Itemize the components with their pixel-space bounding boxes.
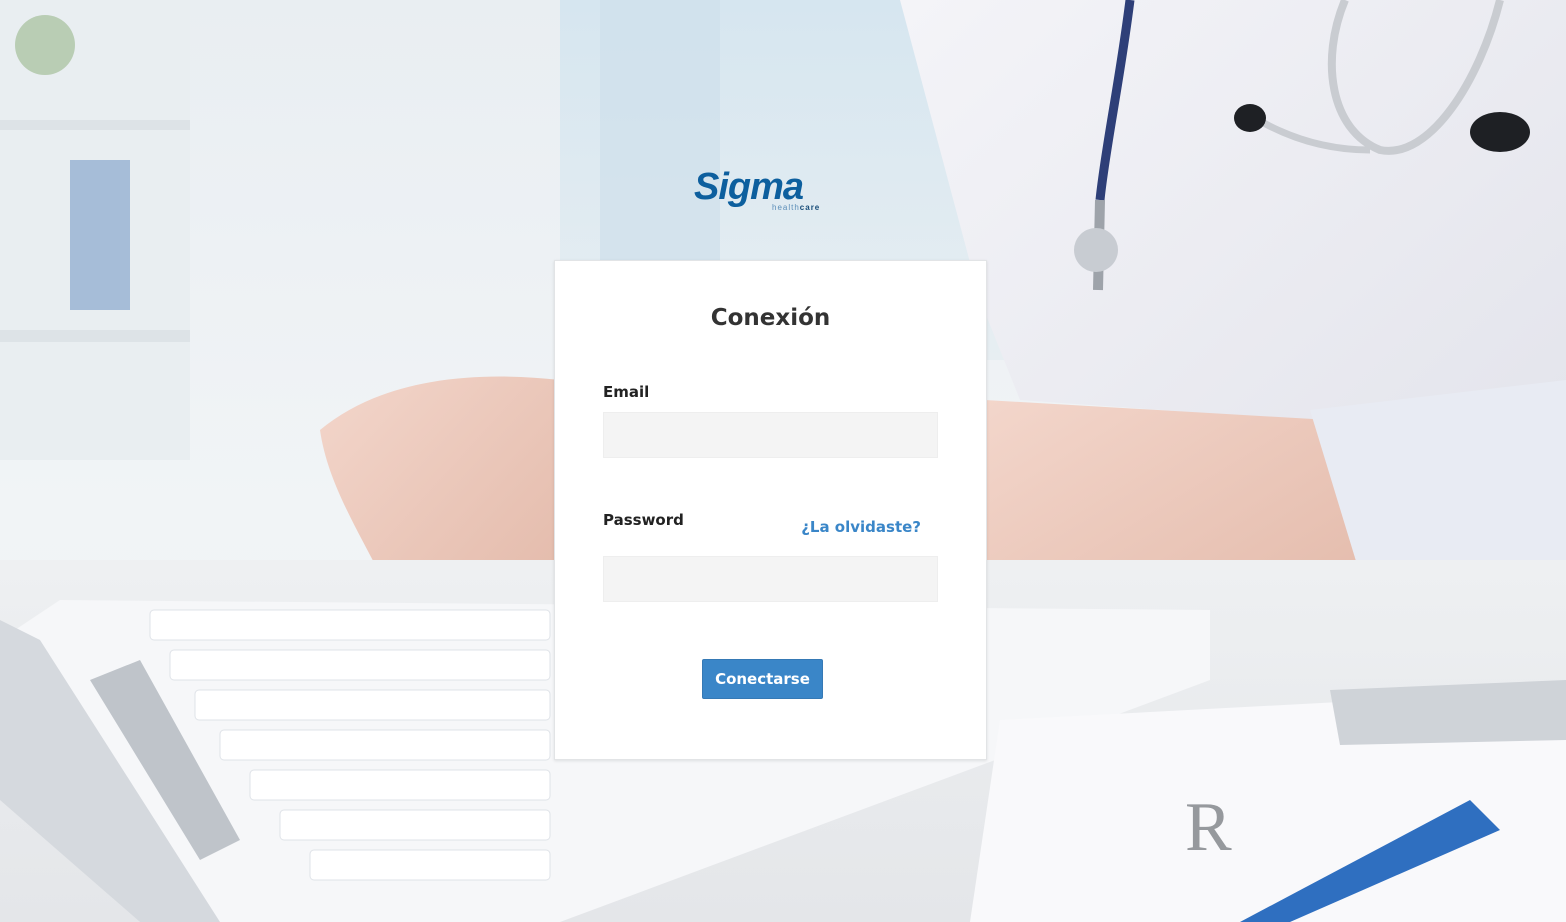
login-card: Conexión Email Password ¿La olvidaste? C… [554, 260, 987, 760]
email-label: Email [603, 383, 650, 401]
login-title: Conexión [710, 305, 831, 331]
logo-tagline-bold: care [799, 203, 821, 212]
connect-button[interactable]: Conectarse [702, 659, 823, 699]
email-field[interactable] [603, 412, 938, 458]
password-field[interactable] [603, 556, 938, 602]
logo-tagline-light: health [772, 203, 800, 212]
password-label: Password [603, 511, 684, 529]
forgot-password-link[interactable]: ¿La olvidaste? [801, 517, 921, 537]
logo-tagline: healthcare [772, 203, 820, 212]
svg-text:R: R [1185, 789, 1232, 866]
sigma-healthcare-logo: Sigma healthcare [694, 165, 846, 213]
